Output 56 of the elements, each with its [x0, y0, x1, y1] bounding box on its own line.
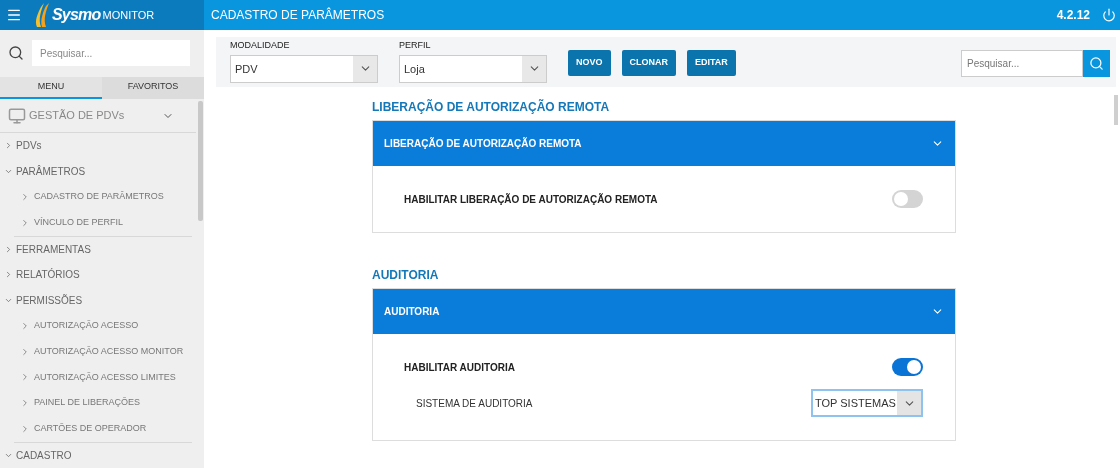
setting-label: HABILITAR LIBERAÇÃO DE AUTORIZAÇÃO REMOTA — [404, 192, 658, 207]
setting-label: SISTEMA DE AUDITORIA — [416, 396, 533, 411]
chevron-right-icon — [20, 346, 30, 357]
search-icon — [8, 45, 24, 62]
search-field[interactable]: Pesquisar... — [961, 49, 1083, 77]
toolbar-button[interactable]: EDITAR — [687, 50, 736, 76]
sidebar-tab[interactable]: MENU — [0, 76, 102, 100]
chevron-right-icon — [20, 423, 30, 434]
toggle-switch[interactable] — [892, 190, 923, 208]
search-icon — [1089, 55, 1104, 71]
scrollbar — [1114, 95, 1118, 125]
menu-icon[interactable] — [6, 7, 22, 23]
submenu-item[interactable]: AUTORIZAÇÃO ACESSO MONITOR — [14, 338, 192, 365]
sidebar-tab[interactable]: FAVORITOS — [102, 76, 204, 100]
chevron-right-icon — [4, 270, 13, 280]
field-label: MODALIDADE — [230, 39, 291, 53]
menu-group[interactable]: GESTÃO DE PDVs — [0, 99, 196, 134]
menu-item[interactable]: PERMISSÕES — [0, 287, 196, 314]
chevron-right-icon — [4, 141, 13, 151]
search-button[interactable] — [1083, 49, 1110, 77]
submenu-item[interactable]: CADASTRO DE PARÂMETROS — [14, 184, 192, 210]
menu-item[interactable]: PDVs — [0, 133, 196, 159]
setting-label: HABILITAR AUDITORIA — [404, 360, 515, 375]
select-field[interactable]: Loja — [399, 54, 547, 83]
section-title: LIBERAÇÃO DE AUTORIZAÇÃO REMOTA — [372, 98, 611, 114]
field-label: PERFIL — [399, 39, 432, 53]
search-field[interactable]: Pesquisar... — [32, 40, 190, 67]
toggle-switch[interactable] — [892, 358, 923, 376]
chevron-right-icon — [20, 192, 30, 203]
logo-subtext: MONITOR — [102, 7, 155, 23]
submenu-item[interactable]: AUTORIZAÇÃO ACESSO — [14, 313, 192, 339]
page-title: CADASTRO DE PARÂMETROS — [211, 6, 386, 24]
submenu-item[interactable]: AUTORIZAÇÃO ACESSO LIMITES — [14, 364, 192, 391]
menu-item[interactable]: PARÂMETROS — [0, 158, 196, 185]
submenu-item[interactable]: VÍNCULO DE PERFIL — [14, 209, 192, 236]
chevron-right-icon — [20, 320, 30, 331]
select-field[interactable]: TOP SISTEMAS — [811, 389, 923, 417]
toolbar-button[interactable]: CLONAR — [621, 50, 676, 76]
logo-text: Sysmo — [52, 5, 101, 25]
monitor-icon — [8, 106, 26, 125]
menu-item[interactable]: FERRAMENTAS — [0, 236, 196, 263]
power-icon[interactable] — [1102, 8, 1116, 22]
toolbar-button[interactable]: NOVO — [568, 50, 611, 76]
chevron-right-icon — [20, 397, 30, 408]
select-field[interactable]: PDV — [230, 54, 378, 83]
version-label: 4.2.12 — [1056, 7, 1090, 24]
chevron-right-icon — [4, 244, 13, 254]
chevron-right-icon — [20, 372, 30, 383]
chevron-right-icon — [20, 217, 30, 228]
submenu-item[interactable]: PAINEL DE LIBERAÇÕES — [14, 390, 192, 416]
section-title: AUDITORIA — [372, 267, 440, 282]
submenu-item[interactable]: CARTÕES DE OPERADOR — [14, 415, 192, 442]
panel-header[interactable]: LIBERAÇÃO DE AUTORIZAÇÃO REMOTA — [373, 121, 955, 166]
menu-item[interactable]: RELATÓRIOS — [0, 262, 196, 288]
menu-item[interactable]: CADASTRO — [0, 442, 196, 468]
panel-header[interactable]: AUDITORIA — [373, 289, 955, 334]
